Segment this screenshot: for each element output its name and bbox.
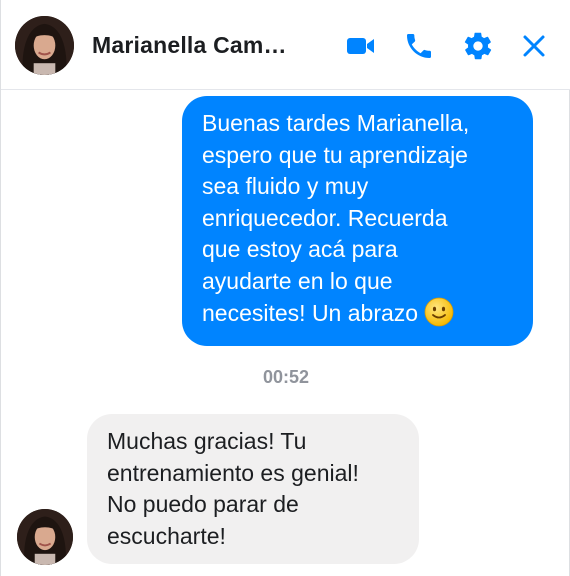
message-timestamp: 00:52	[262, 367, 310, 387]
phone-icon[interactable]	[401, 28, 437, 64]
message-line: espero que tu aprendizaje	[202, 141, 468, 168]
sender-avatar[interactable]	[17, 509, 73, 565]
avatar-photo	[15, 16, 74, 75]
gear-icon[interactable]	[460, 28, 496, 64]
message-line: Buenas tardes Marianella,	[202, 110, 470, 136]
outgoing-message-bubble[interactable]: Buenas tardes Marianella, espero que tu …	[182, 96, 533, 346]
message-line: entrenamiento es genial!	[107, 459, 359, 486]
message-line: sea fluido y muy	[202, 173, 369, 199]
avatar-photo	[17, 509, 73, 565]
chat-header: Marianella Cam…	[1, 0, 570, 90]
chat-window: Marianella Cam… Buenas tardes Marianella…	[0, 0, 570, 576]
close-icon[interactable]	[516, 28, 552, 64]
video-camera-icon[interactable]	[342, 28, 378, 64]
slightly-smiling-face-icon	[424, 297, 454, 327]
message-line: Muchas gracias! Tu	[107, 428, 307, 454]
message-line-text: necesites! Un abrazo	[202, 300, 419, 326]
message-line: No puedo parar de	[107, 491, 299, 517]
message-line: escucharte!	[107, 522, 226, 549]
message-list[interactable]: Buenas tardes Marianella, espero que tu …	[1, 91, 570, 576]
message-line: enriquecedor. Recuerda	[202, 204, 448, 231]
message-line-last: necesites! Un abrazo	[202, 297, 513, 330]
message-line: que estoy acá para	[202, 236, 398, 262]
contact-avatar[interactable]	[15, 16, 74, 75]
message-line: ayudarte en lo que	[202, 267, 393, 294]
contact-name[interactable]: Marianella Cam…	[92, 32, 324, 59]
incoming-message-bubble[interactable]: Muchas gracias! Tu entrenamiento es geni…	[87, 414, 419, 564]
